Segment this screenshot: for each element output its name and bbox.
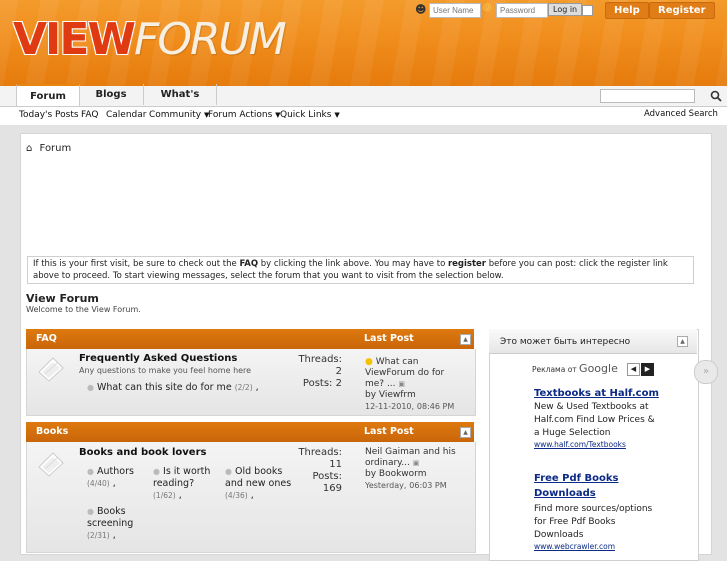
subforum-link[interactable]: ● Is it worth reading? (1/62) , — [153, 466, 221, 502]
subforum-icon: ● — [225, 467, 232, 476]
welcome-notice: If this is your first visit, be sure to … — [27, 256, 694, 284]
forum-title[interactable]: Frequently Asked Questions — [79, 353, 237, 364]
subforum-icon: ● — [87, 507, 94, 516]
subforum-icon: ● — [153, 467, 160, 476]
collapse-icon[interactable]: ▲ — [460, 427, 471, 438]
page-title: View Forum — [26, 292, 99, 305]
subforum-icon: ● — [87, 467, 94, 476]
password-input[interactable] — [496, 3, 548, 18]
user-icon: ☻ — [415, 3, 427, 16]
subforum-link[interactable]: ● What can this site do for me (2/2) , — [87, 382, 259, 394]
subnav-forum-actions[interactable]: Forum Actions ▼ — [208, 110, 281, 120]
goto-post-icon[interactable]: ▣ — [398, 380, 405, 388]
subnav-calendar[interactable]: Calendar — [106, 110, 146, 120]
ad-next-icon[interactable]: ▶ — [641, 363, 654, 376]
goto-post-icon[interactable]: ▣ — [413, 459, 420, 467]
scroll-right-icon[interactable]: » — [694, 360, 718, 384]
forum-title[interactable]: Books and book lovers — [79, 447, 206, 458]
bulb-icon: ● — [365, 357, 373, 367]
ads-by-google[interactable]: Реклама от Google — [532, 362, 618, 375]
advanced-search-link[interactable]: Advanced Search — [644, 109, 718, 119]
tab-whats-new[interactable]: What's New? — [144, 84, 217, 122]
subforum-icon: ● — [87, 383, 94, 392]
help-button[interactable]: Help — [605, 2, 649, 19]
page-subtitle: Welcome to the View Forum. — [26, 305, 141, 314]
subforum-link[interactable]: ● Authors (4/40) , — [87, 466, 149, 490]
subnav-faq[interactable]: FAQ — [81, 110, 98, 120]
subnav-todays-posts[interactable]: Today's Posts — [19, 110, 79, 120]
faq-link[interactable]: FAQ — [239, 259, 258, 269]
site-logo[interactable]: VIEWFORUM — [13, 14, 287, 65]
collapse-icon[interactable]: ▲ — [677, 336, 688, 347]
breadcrumb[interactable]: ⌂ Forum — [26, 143, 71, 154]
search-icon[interactable] — [707, 88, 725, 104]
register-link[interactable]: register — [448, 259, 486, 269]
category-title[interactable]: Books — [36, 426, 68, 437]
forum-icon — [38, 452, 64, 477]
forum-stats: Threads: 2 Posts: 2 — [298, 354, 342, 389]
tab-forum[interactable]: Forum — [16, 84, 80, 106]
search-input[interactable] — [600, 89, 695, 103]
username-input[interactable] — [429, 3, 481, 18]
last-post-header: Last Post — [364, 426, 414, 437]
last-post-header: Last Post — [364, 333, 414, 344]
login-button[interactable]: Log in — [548, 3, 583, 16]
forum-icon — [38, 357, 64, 382]
forum-description: Any questions to make you feel home here — [79, 366, 252, 375]
last-post[interactable]: Neil Gaiman and his ordinary... ▣ by Book… — [365, 447, 465, 492]
collapse-icon[interactable]: ▲ — [460, 334, 471, 345]
ad-panel-title: Это может быть интересно — [500, 337, 631, 347]
subforum-link[interactable]: ● Old books and new ones (4/36) , — [225, 466, 295, 502]
register-button[interactable]: Register — [649, 2, 715, 19]
forum-stats: Threads: 11 Posts: 169 — [298, 447, 342, 494]
tab-blogs[interactable]: Blogs — [79, 84, 144, 105]
home-icon[interactable]: ⌂ — [26, 143, 32, 154]
subforum-link[interactable]: ● Books screening (2/31) , — [87, 506, 149, 542]
last-post[interactable]: ● What can ViewForum do for me? ... ▣ by … — [365, 357, 465, 413]
subnav-community[interactable]: Community ▼ — [149, 110, 209, 120]
remember-checkbox[interactable] — [582, 5, 593, 16]
chevron-down-icon: ▼ — [334, 111, 340, 119]
category-title[interactable]: FAQ — [36, 333, 57, 344]
ad-item[interactable]: Textbooks at Half.com New & Used Textboo… — [534, 388, 659, 449]
subnav-quick-links[interactable]: Quick Links ▼ — [280, 110, 340, 120]
ad-prev-icon[interactable]: ◀ — [627, 363, 640, 376]
ad-item[interactable]: Free Pdf Books Downloads Find more sourc… — [534, 471, 659, 551]
lock-icon: ◎ — [483, 2, 492, 13]
